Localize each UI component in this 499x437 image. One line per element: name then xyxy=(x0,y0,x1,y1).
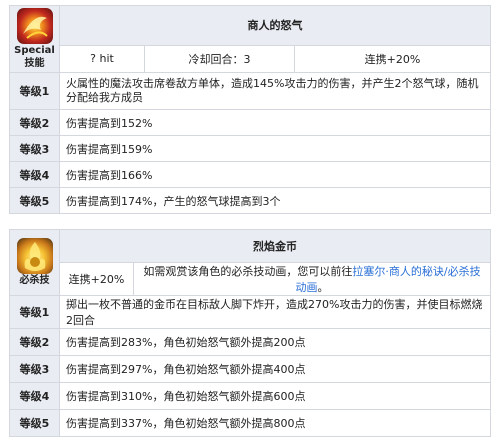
level-label: 等级3 xyxy=(9,135,60,162)
golden-flame-coin-icon xyxy=(16,238,53,274)
skill-table-ultimate: 必杀技 烈焰金币 连携+20% 如需观赏该角色的必杀技动画，您可以前往拉塞尔·商… xyxy=(9,229,491,437)
flame-swirl-icon xyxy=(16,8,53,44)
note-prefix: 如需观赏该角色的必杀技动画，您可以前往 xyxy=(143,265,353,278)
level-desc: 伤害提高到337%，角色初始怒气额外提高800点 xyxy=(59,409,491,437)
level-desc: 伤害提高到152% xyxy=(58,109,492,136)
level-desc: 伤害提高到166% xyxy=(58,161,492,188)
level-label: 等级5 xyxy=(9,409,60,437)
skill-table-special: Special 技能 商人的怒气 ? hit 冷却回合：3 连携+20% 等级1… xyxy=(9,5,492,214)
level-desc: 伤害提高到174%，产生的怒气球提高到3个 xyxy=(58,187,492,214)
level-label: 等级4 xyxy=(9,161,60,188)
skill-icon-cell: 必杀技 xyxy=(9,229,60,296)
skill-type-en: Special xyxy=(14,45,55,56)
level-label: 等级1 xyxy=(9,295,60,329)
level-desc: 伤害提高到159% xyxy=(58,135,492,162)
skill-title: 商人的怒气 xyxy=(58,5,492,46)
skill-icon-cell: Special 技能 xyxy=(9,5,60,73)
skill-type-cn: 技能 xyxy=(24,58,45,69)
level-desc: 伤害提高到297%，角色初始怒气额外提高400点 xyxy=(59,355,491,383)
level-label: 等级2 xyxy=(9,328,60,356)
level-label: 等级3 xyxy=(9,355,60,383)
animation-note: 如需观赏该角色的必杀技动画，您可以前往拉塞尔·商人的秘诀/必杀技动画。 xyxy=(133,262,491,296)
level-label: 等级2 xyxy=(9,109,60,136)
note-suffix: 。 xyxy=(317,281,329,294)
level-desc: 伤害提高到310%，角色初始怒气额外提高600点 xyxy=(59,382,491,410)
hit-count: ? hit xyxy=(59,44,145,74)
level-desc: 伤害提高到283%，角色初始怒气额外提高200点 xyxy=(59,328,491,356)
combo-bonus: 连携+20% xyxy=(293,44,492,74)
level-label: 等级4 xyxy=(9,382,60,410)
level-label: 等级1 xyxy=(9,72,60,110)
level-desc: 掷出一枚不普通的金币在目标敌人脚下炸开，造成270%攻击力的伤害，并使目标燃烧2… xyxy=(59,295,491,329)
combo-bonus: 连携+20% xyxy=(59,262,134,296)
skill-type-cn: 必杀技 xyxy=(19,275,50,286)
level-label: 等级5 xyxy=(9,187,60,214)
skill-title: 烈焰金币 xyxy=(59,229,491,263)
level-desc: 火属性的魔法攻击席卷敌方单体，造成145%攻击力的伤害，并产生2个怒气球，随机分… xyxy=(58,72,492,110)
cooldown: 冷却回合：3 xyxy=(144,44,295,74)
